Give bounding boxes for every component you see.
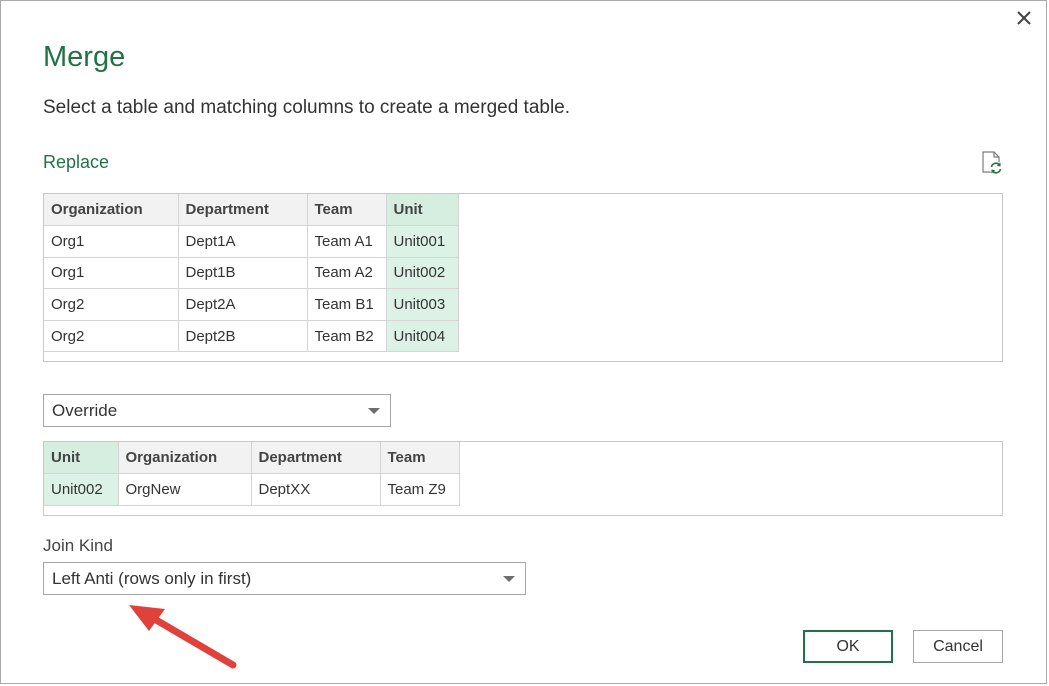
first-table-preview: Organization Department Team Unit Org1 D… — [43, 193, 1003, 362]
second-table-preview: Unit Organization Department Team Unit00… — [43, 441, 1003, 516]
join-kind-select[interactable]: Left Anti (rows only in first) — [43, 562, 526, 595]
table-cell: Dept1B — [177, 256, 308, 290]
first-table-name: Replace — [43, 152, 110, 172]
table-header-row: Unit Organization Department Team — [44, 442, 460, 475]
column-header-team[interactable]: Team — [379, 442, 460, 475]
table-row: Org1 Dept1A Team A1 Unit001 — [44, 225, 459, 258]
column-header-department[interactable]: Department — [250, 442, 381, 475]
refresh-icon — [982, 151, 1003, 175]
dialog-title: Merge — [43, 41, 126, 73]
table-row: Org1 Dept1B Team A2 Unit002 — [44, 256, 459, 290]
column-header-organization[interactable]: Organization — [44, 194, 179, 227]
column-header-unit[interactable]: Unit — [44, 442, 119, 475]
table-row: Org2 Dept2B Team B2 Unit004 — [44, 319, 459, 353]
chevron-down-icon — [503, 576, 515, 582]
table-cell: Dept2B — [177, 319, 308, 353]
table-cell: Unit001 — [385, 225, 459, 258]
ok-button[interactable]: OK — [803, 630, 893, 663]
join-kind-label: Join Kind — [43, 536, 113, 555]
table-cell: Unit002 — [44, 473, 119, 506]
table-row: Org2 Dept2A Team B1 Unit003 — [44, 288, 459, 321]
table-cell: Team A2 — [306, 256, 387, 290]
close-icon — [1017, 11, 1031, 25]
table-cell: Team B1 — [306, 288, 387, 321]
arrow-icon — [129, 605, 237, 669]
table-cell: Dept1A — [177, 225, 308, 258]
table-cell: DeptXX — [250, 473, 381, 506]
join-kind-value: Left Anti (rows only in first) — [52, 569, 252, 588]
chevron-down-icon — [368, 408, 380, 414]
second-table-select[interactable]: Override — [43, 394, 391, 427]
column-header-organization[interactable]: Organization — [117, 442, 252, 475]
cancel-button[interactable]: Cancel — [913, 630, 1003, 663]
table-cell: OrgNew — [117, 473, 252, 506]
table-row: Unit002 OrgNew DeptXX Team Z9 — [44, 473, 460, 506]
table-cell: Team A1 — [306, 225, 387, 258]
table-cell: Org2 — [44, 319, 179, 353]
table-cell: Team Z9 — [379, 473, 460, 506]
second-table-select-value: Override — [52, 401, 118, 420]
table-cell: Dept2A — [177, 288, 308, 321]
table-cell: Unit002 — [385, 256, 459, 290]
dialog-subtitle: Select a table and matching columns to c… — [43, 97, 571, 118]
merge-dialog: Merge Select a table and matching column… — [0, 0, 1047, 684]
table-header-row: Organization Department Team Unit — [44, 194, 459, 227]
refresh-preview-button[interactable] — [979, 150, 1005, 176]
table-cell: Team B2 — [306, 319, 387, 353]
table-cell: Org2 — [44, 288, 179, 321]
table-cell: Unit004 — [385, 319, 459, 353]
column-header-team[interactable]: Team — [306, 194, 387, 227]
close-button[interactable] — [1011, 5, 1037, 31]
table-cell: Org1 — [44, 225, 179, 258]
table-cell: Unit003 — [385, 288, 459, 321]
column-header-department[interactable]: Department — [177, 194, 308, 227]
table-cell: Org1 — [44, 256, 179, 290]
column-header-unit[interactable]: Unit — [385, 194, 459, 227]
